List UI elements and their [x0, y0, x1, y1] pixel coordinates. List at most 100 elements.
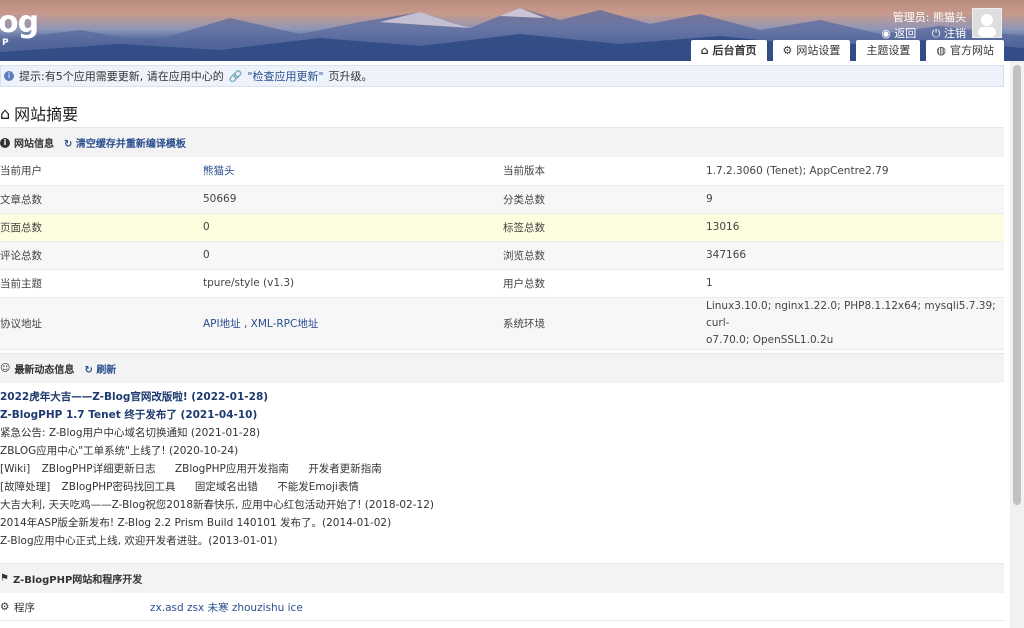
cell-key: 分类总数 [503, 185, 706, 214]
page-title: ⌂ 网站摘要 [0, 101, 78, 125]
tab-label: 网站设置 [796, 44, 841, 57]
site-info-table: 当前用户 熊猫头 当前版本 1.7.2.3060 (Tenet); AppCen… [0, 157, 1004, 350]
fault-links-line: [故障处理] ZBlogPHP密码找回工具 固定域名出错 不能发Emoji表情 [0, 478, 1004, 496]
refresh-link[interactable]: ↻ 刷新 [84, 361, 116, 376]
wiki-link[interactable]: ZBlogPHP详细更新日志 [42, 463, 156, 475]
dev-row: ⚙ 程序 zx.asd zsx 未寒 zhouzishu ice [0, 594, 1004, 621]
table-row: 当前主题 tpure/style (v1.3) 用户总数 1 [0, 269, 1004, 298]
fault-link[interactable]: ZBlogPHP密码找回工具 [62, 481, 176, 493]
news-item[interactable]: Z-Blog应用中心正式上线, 欢迎开发者进驻。(2013-01-01) [0, 532, 1004, 550]
gear-icon: ⚙ [782, 44, 793, 57]
notice-text: 提示:有5个应用需要更新, 请在应用中心的 [19, 70, 224, 83]
gear-icon: ⚙ [0, 601, 10, 613]
cell-key: 当前用户 [0, 157, 203, 186]
system-env-line: Linux3.10.0; nginx1.22.0; PHP8.1.12x64; … [706, 299, 996, 329]
news-list: 2022虎年大吉——Z-Blog官网改版啦! (2022-01-28) Z-Bl… [0, 388, 1004, 550]
logo-subtitle: P [2, 38, 9, 48]
dev-row-label: 程序 [14, 601, 35, 614]
cell-value: Linux3.10.0; nginx1.22.0; PHP8.1.12x64; … [706, 297, 1004, 350]
tab-label: 主题设置 [866, 44, 911, 57]
logout-link[interactable]: ⏻ 注销 [932, 27, 966, 40]
news-item[interactable]: Z-BlogPHP 1.7 Tenet 终于发布了 (2021-04-10) [0, 406, 1004, 424]
globe-icon: ◍ [936, 44, 946, 57]
wiki-link[interactable]: 开发者更新指南 [308, 463, 382, 475]
cell-value: tpure/style (v1.3) [203, 269, 503, 298]
separator: , [243, 317, 248, 330]
user-label: 管理员: 熊猫头 [892, 11, 966, 24]
tab-label: 后台首页 [712, 44, 757, 57]
api-address-link[interactable]: API地址 [203, 318, 241, 330]
cell-value: 347166 [706, 241, 1004, 270]
page-scrollbar[interactable] [1010, 61, 1024, 628]
current-user-link[interactable]: 熊猫头 [203, 165, 235, 177]
logo[interactable]: og [0, 8, 39, 38]
news-item[interactable]: 2022虎年大吉——Z-Blog官网改版啦! (2022-01-28) [0, 388, 1004, 406]
cell-key: 用户总数 [503, 269, 706, 298]
cell-value: 13016 [706, 213, 1004, 242]
page-title-text: 网站摘要 [14, 105, 79, 124]
fault-tag: [故障处理] [0, 481, 51, 493]
xml-rpc-link[interactable]: XML-RPC地址 [251, 318, 319, 330]
notice-suffix: 页升级。 [328, 70, 373, 83]
news-heading: ☺ 最新动态信息 ↻ 刷新 [0, 353, 1004, 383]
tab-theme-settings[interactable]: 主题设置 [856, 40, 921, 61]
info-icon: i [4, 71, 14, 81]
cell-value: 1.7.2.3060 (Tenet); AppCentre2.79 [706, 157, 1004, 186]
fault-link[interactable]: 固定域名出错 [195, 481, 258, 493]
cell-key: 文章总数 [0, 185, 203, 214]
tab-site-settings[interactable]: ⚙ 网站设置 [772, 40, 851, 61]
globe-icon: ◉ [881, 27, 891, 40]
back-label: 返回 [894, 27, 917, 40]
flag-icon: ⚑ [0, 573, 9, 584]
fault-link[interactable]: 不能发Emoji表情 [277, 481, 359, 493]
news-item[interactable]: 紧急公告: Z-Blog用户中心域名切换通知 (2021-01-28) [0, 424, 1004, 442]
cell-value: 9 [706, 185, 1004, 214]
news-item[interactable]: 2014年ASP版全新发布! Z-Blog 2.2 Prism Build 14… [0, 514, 1004, 532]
cell-value: API地址 , XML-RPC地址 [203, 297, 503, 350]
dev-heading: ⚑ Z-BlogPHP网站和程序开发 [0, 563, 1004, 593]
user-circle-icon: ☺ [0, 363, 11, 374]
cell-key: 当前主题 [0, 269, 203, 298]
system-env-line: o7.70.0; OpenSSL1.0.2u [706, 333, 834, 346]
scroll-thumb[interactable] [1013, 65, 1021, 505]
dev-title: Z-BlogPHP网站和程序开发 [12, 575, 143, 586]
avatar[interactable] [972, 8, 1002, 38]
table-row: 协议地址 API地址 , XML-RPC地址 系统环境 Linux3.10.0;… [0, 297, 1004, 350]
wiki-links-line: [Wiki] ZBlogPHP详细更新日志 ZBlogPHP应用开发指南 开发者… [0, 460, 1004, 478]
news-title: 最新动态信息 [14, 365, 75, 376]
user-actions: ◉ 返回 ⏻ 注销 [881, 25, 966, 41]
cell-key: 页面总数 [0, 213, 203, 242]
cell-key: 评论总数 [0, 241, 203, 270]
news-item[interactable]: ZBLOG应用中心"工单系统"上线了! (2020-10-24) [0, 442, 1004, 460]
cell-key: 浏览总数 [503, 241, 706, 270]
refresh-label: 刷新 [96, 365, 117, 376]
info-icon: i [0, 137, 10, 148]
table-row: 文章总数 50669 分类总数 9 [0, 185, 1004, 214]
table-row: 当前用户 熊猫头 当前版本 1.7.2.3060 (Tenet); AppCen… [0, 157, 1004, 186]
check-update-link[interactable]: "检查应用更新" [247, 68, 323, 84]
clear-cache-label: 清空缓存并重新编译模板 [75, 139, 186, 150]
cell-value: 1 [706, 269, 1004, 298]
cell-value: 熊猫头 [203, 157, 503, 186]
clear-cache-link[interactable]: ↻ 清空缓存并重新编译模板 [64, 135, 186, 150]
developer-names[interactable]: zx.asd zsx 未寒 zhouzishu ice [150, 600, 303, 615]
power-icon: ⏻ [931, 27, 941, 40]
update-notice: i 提示:有5个应用需要更新, 请在应用中心的 🔗 "检查应用更新" 页升级。 [0, 65, 1004, 87]
home-icon: ⌂ [700, 44, 709, 57]
table-row: 页面总数 0 标签总数 13016 [0, 213, 1004, 242]
tab-label: 官方网站 [950, 44, 994, 57]
logout-label: 注销 [944, 27, 966, 40]
cell-value: 50669 [203, 185, 503, 214]
wiki-tag: [Wiki] [0, 463, 31, 475]
back-link[interactable]: ◉ 返回 [881, 27, 916, 40]
tab-official-site[interactable]: ◍ 官方网站 [926, 40, 1004, 61]
link-icon: 🔗 [228, 69, 243, 83]
cell-key: 当前版本 [503, 157, 706, 186]
news-item[interactable]: 大吉大利, 天天吃鸡——Z-Blog祝您2018新春快乐, 应用中心红包活动开始… [0, 496, 1004, 514]
tab-dashboard[interactable]: ⌂ 后台首页 [690, 40, 767, 61]
wiki-link[interactable]: ZBlogPHP应用开发指南 [175, 463, 289, 475]
top-nav: ⌂ 后台首页 ⚙ 网站设置 主题设置 ◍ 官方网站 [690, 40, 1004, 61]
cell-key: 协议地址 [0, 297, 203, 350]
table-row: 评论总数 0 浏览总数 347166 [0, 241, 1004, 270]
header-banner: og P 管理员: 熊猫头 ◉ 返回 ⏻ 注销 ⌂ 后台首页 ⚙ 网站设置 主题设置… [0, 0, 1024, 61]
